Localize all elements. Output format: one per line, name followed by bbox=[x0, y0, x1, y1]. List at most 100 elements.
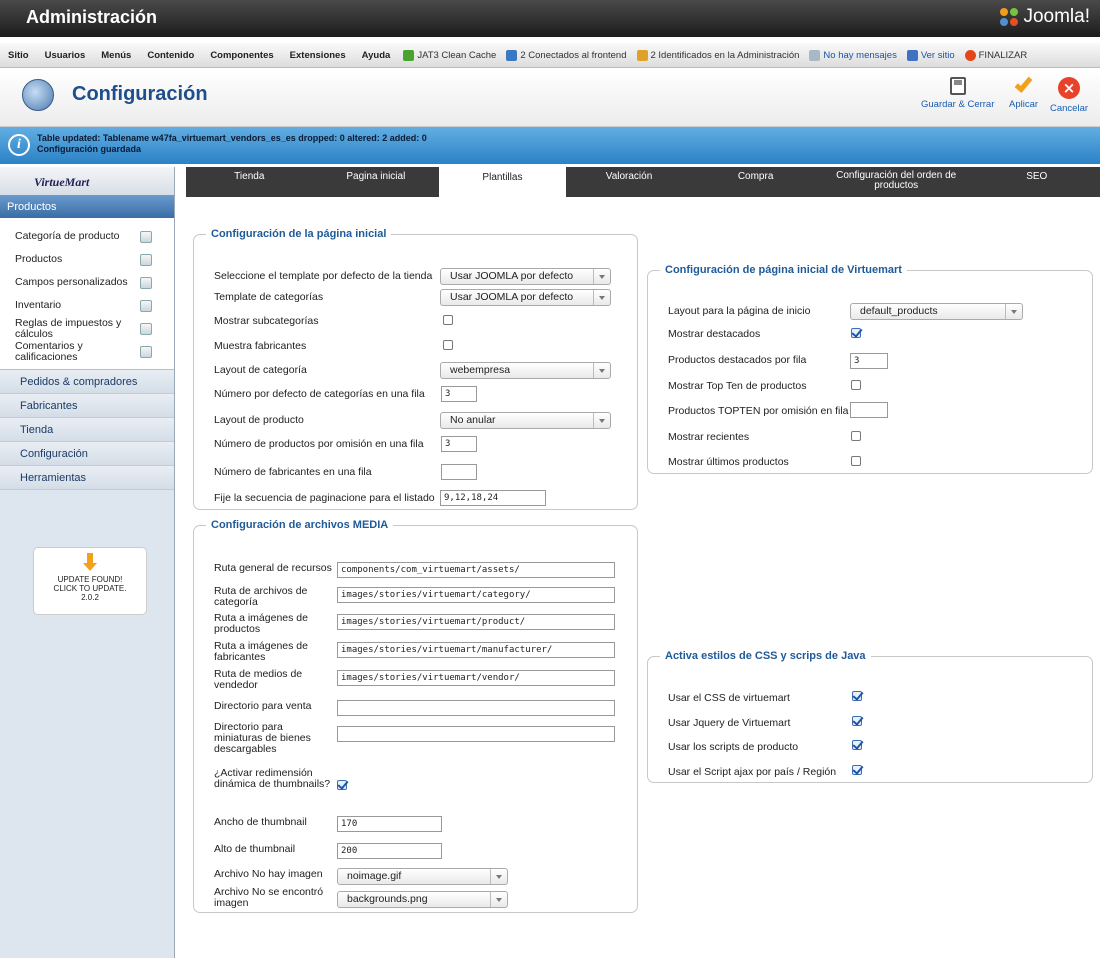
vmhome-checkbox-5[interactable] bbox=[851, 431, 861, 441]
apply-button[interactable]: Aplicar bbox=[1009, 74, 1039, 110]
home-input-7[interactable]: 3 bbox=[441, 436, 477, 452]
media-input-9[interactable]: 200 bbox=[337, 843, 442, 859]
media-checkbox-7[interactable] bbox=[337, 780, 347, 790]
home-select-4[interactable]: webempresa bbox=[440, 362, 611, 379]
menu-item-3[interactable]: Contenido bbox=[139, 50, 202, 61]
css-checkbox-2[interactable] bbox=[852, 740, 862, 750]
home-label-5: Número por defecto de categorías en una … bbox=[214, 388, 425, 400]
menu-item-1[interactable]: Usuarios bbox=[37, 50, 94, 61]
media-input-6[interactable] bbox=[337, 726, 615, 742]
home-input-5[interactable]: 3 bbox=[441, 386, 477, 402]
media-input-0[interactable]: components/com_virtuemart/assets/ bbox=[337, 562, 615, 578]
css-checkbox-0[interactable] bbox=[852, 691, 862, 701]
css-checkbox-1[interactable] bbox=[852, 716, 862, 726]
tab-2[interactable]: Plantillas bbox=[439, 167, 566, 197]
home-config-fieldset: Configuración de la página inicial Selec… bbox=[193, 228, 638, 510]
home-select-0[interactable]: Usar JOOMLA por defecto bbox=[440, 268, 611, 285]
vmhome-input-2[interactable]: 3 bbox=[850, 353, 888, 369]
media-input-1[interactable]: images/stories/virtuemart/category/ bbox=[337, 587, 615, 603]
css-checkbox-3[interactable] bbox=[852, 765, 862, 775]
tab-4[interactable]: Compra bbox=[692, 167, 819, 197]
vmhome-label-3: Mostrar Top Ten de productos bbox=[668, 380, 807, 392]
config-tabs: Tienda Pagina inicial Plantillas Valoración… bbox=[186, 167, 1100, 197]
admin-users-icon bbox=[636, 49, 648, 61]
vmhome-label-6: Mostrar últimos productos bbox=[668, 456, 789, 468]
sidebar-item-5[interactable]: Comentarios y calificaciones bbox=[0, 340, 174, 363]
update-found-button[interactable]: UPDATE FOUND! CLICK TO UPDATE. 2.0.2 bbox=[33, 547, 147, 615]
menu-item-2[interactable]: Menús bbox=[93, 50, 139, 61]
vmhome-checkbox-6[interactable] bbox=[851, 456, 861, 466]
sidebar-section-productos[interactable]: Productos bbox=[0, 195, 174, 218]
vmhome-select-0[interactable]: default_products bbox=[850, 303, 1023, 320]
media-select-11[interactable]: backgrounds.png bbox=[337, 891, 508, 908]
menu-item-6[interactable]: Ayuda bbox=[354, 50, 399, 61]
status-item-4[interactable]: Ver sitio bbox=[902, 49, 960, 61]
joomla-logo: Joomla! bbox=[998, 6, 1090, 28]
tab-6[interactable]: SEO bbox=[973, 167, 1100, 197]
home-label-9: Fije la secuencia de paginacione para el… bbox=[214, 492, 435, 504]
virtuemart-home-legend: Configuración de página inicial de Virtu… bbox=[665, 264, 902, 276]
tab-5[interactable]: Configuración del orden de productos bbox=[819, 167, 974, 197]
message-icon bbox=[809, 49, 821, 61]
cancel-button[interactable]: × Cancelar bbox=[1050, 77, 1088, 114]
home-label-0: Seleccione el template por defecto de la… bbox=[214, 270, 433, 282]
status-item-0[interactable]: JAT3 Clean Cache bbox=[398, 49, 501, 61]
sidebar-item-4[interactable]: Reglas de impuestos y cálculos bbox=[0, 317, 174, 340]
home-checkbox-3[interactable] bbox=[443, 340, 453, 350]
vmhome-checkbox-1[interactable] bbox=[851, 328, 861, 338]
sidebar-item-0[interactable]: Categoría de producto bbox=[0, 225, 174, 248]
sidebar-group-3[interactable]: Configuración bbox=[0, 442, 174, 466]
home-label-6: Layout de producto bbox=[214, 414, 304, 426]
status-label-2: 2 Identificados en la Administración bbox=[650, 49, 800, 61]
vmhome-checkbox-3[interactable] bbox=[851, 380, 861, 390]
home-select-1[interactable]: Usar JOOMLA por defecto bbox=[440, 289, 611, 306]
media-config-fieldset: Configuración de archivos MEDIA Ruta gen… bbox=[193, 519, 638, 913]
home-label-8: Número de fabricantes en una fila bbox=[214, 466, 372, 478]
media-label-6: Directorio para miniaturas de bienes des… bbox=[214, 721, 311, 755]
home-input-9[interactable]: 9,12,18,24 bbox=[440, 490, 546, 506]
media-input-4[interactable]: images/stories/virtuemart/vendor/ bbox=[337, 670, 615, 686]
menu-item-0[interactable]: Sitio bbox=[0, 50, 37, 61]
media-input-8[interactable]: 170 bbox=[337, 816, 442, 832]
media-input-3[interactable]: images/stories/virtuemart/manufacturer/ bbox=[337, 642, 615, 658]
chevron-down-icon bbox=[490, 869, 507, 884]
sidebar-item-2[interactable]: Campos personalizados bbox=[0, 271, 174, 294]
sidebar-item-1[interactable]: Productos bbox=[0, 248, 174, 271]
status-item-1[interactable]: 2 Conectados al frontend bbox=[501, 49, 631, 61]
status-label-5: FINALIZAR bbox=[978, 49, 1028, 61]
save-close-button[interactable]: Guardar & Cerrar bbox=[921, 77, 994, 110]
menu-item-5[interactable]: Extensiones bbox=[282, 50, 354, 61]
sidebar-group-1[interactable]: Fabricantes bbox=[0, 394, 174, 418]
info-icon: i bbox=[8, 134, 30, 156]
home-label-2: Mostrar subcategorías bbox=[214, 315, 319, 327]
media-input-2[interactable]: images/stories/virtuemart/product/ bbox=[337, 614, 615, 630]
sidebar-item-icon-1 bbox=[140, 253, 152, 266]
tab-0[interactable]: Tienda bbox=[186, 167, 313, 197]
status-item-3[interactable]: No hay mensajes bbox=[804, 49, 901, 61]
media-label-2: Ruta a imágenes de productos bbox=[214, 612, 308, 635]
home-select-6[interactable]: No anular bbox=[440, 412, 611, 429]
sidebar-group-4[interactable]: Herramientas bbox=[0, 466, 174, 490]
menu-item-4[interactable]: Componentes bbox=[202, 50, 281, 61]
media-input-5[interactable] bbox=[337, 700, 615, 716]
vmhome-label-4: Productos TOPTEN por omisión en fila bbox=[668, 405, 849, 417]
home-checkbox-2[interactable] bbox=[443, 315, 453, 325]
virtuemart-logo-text: VirtueMart bbox=[34, 175, 90, 189]
vmhome-input-4[interactable] bbox=[850, 402, 888, 418]
media-config-legend: Configuración de archivos MEDIA bbox=[211, 519, 389, 531]
home-select-value-0: Usar JOOMLA por defecto bbox=[450, 270, 574, 282]
sidebar-item-3[interactable]: Inventario bbox=[0, 294, 174, 317]
status-item-5[interactable]: FINALIZAR bbox=[960, 49, 1033, 61]
tab-1[interactable]: Pagina inicial bbox=[313, 167, 440, 197]
media-label-9: Alto de thumbnail bbox=[214, 843, 296, 855]
media-select-10[interactable]: noimage.gif bbox=[337, 868, 508, 885]
status-item-2[interactable]: 2 Identificados en la Administración bbox=[632, 49, 805, 61]
sidebar-group-2[interactable]: Tienda bbox=[0, 418, 174, 442]
home-input-8[interactable] bbox=[441, 464, 477, 480]
sidebar-item-label-1: Productos bbox=[15, 253, 63, 265]
sidebar-group-0[interactable]: Pedidos & compradores bbox=[0, 370, 174, 394]
tab-3[interactable]: Valoración bbox=[566, 167, 693, 197]
apply-label: Aplicar bbox=[1009, 99, 1039, 110]
configuration-icon bbox=[22, 79, 54, 111]
joomla-logo-icon bbox=[1000, 8, 1019, 26]
